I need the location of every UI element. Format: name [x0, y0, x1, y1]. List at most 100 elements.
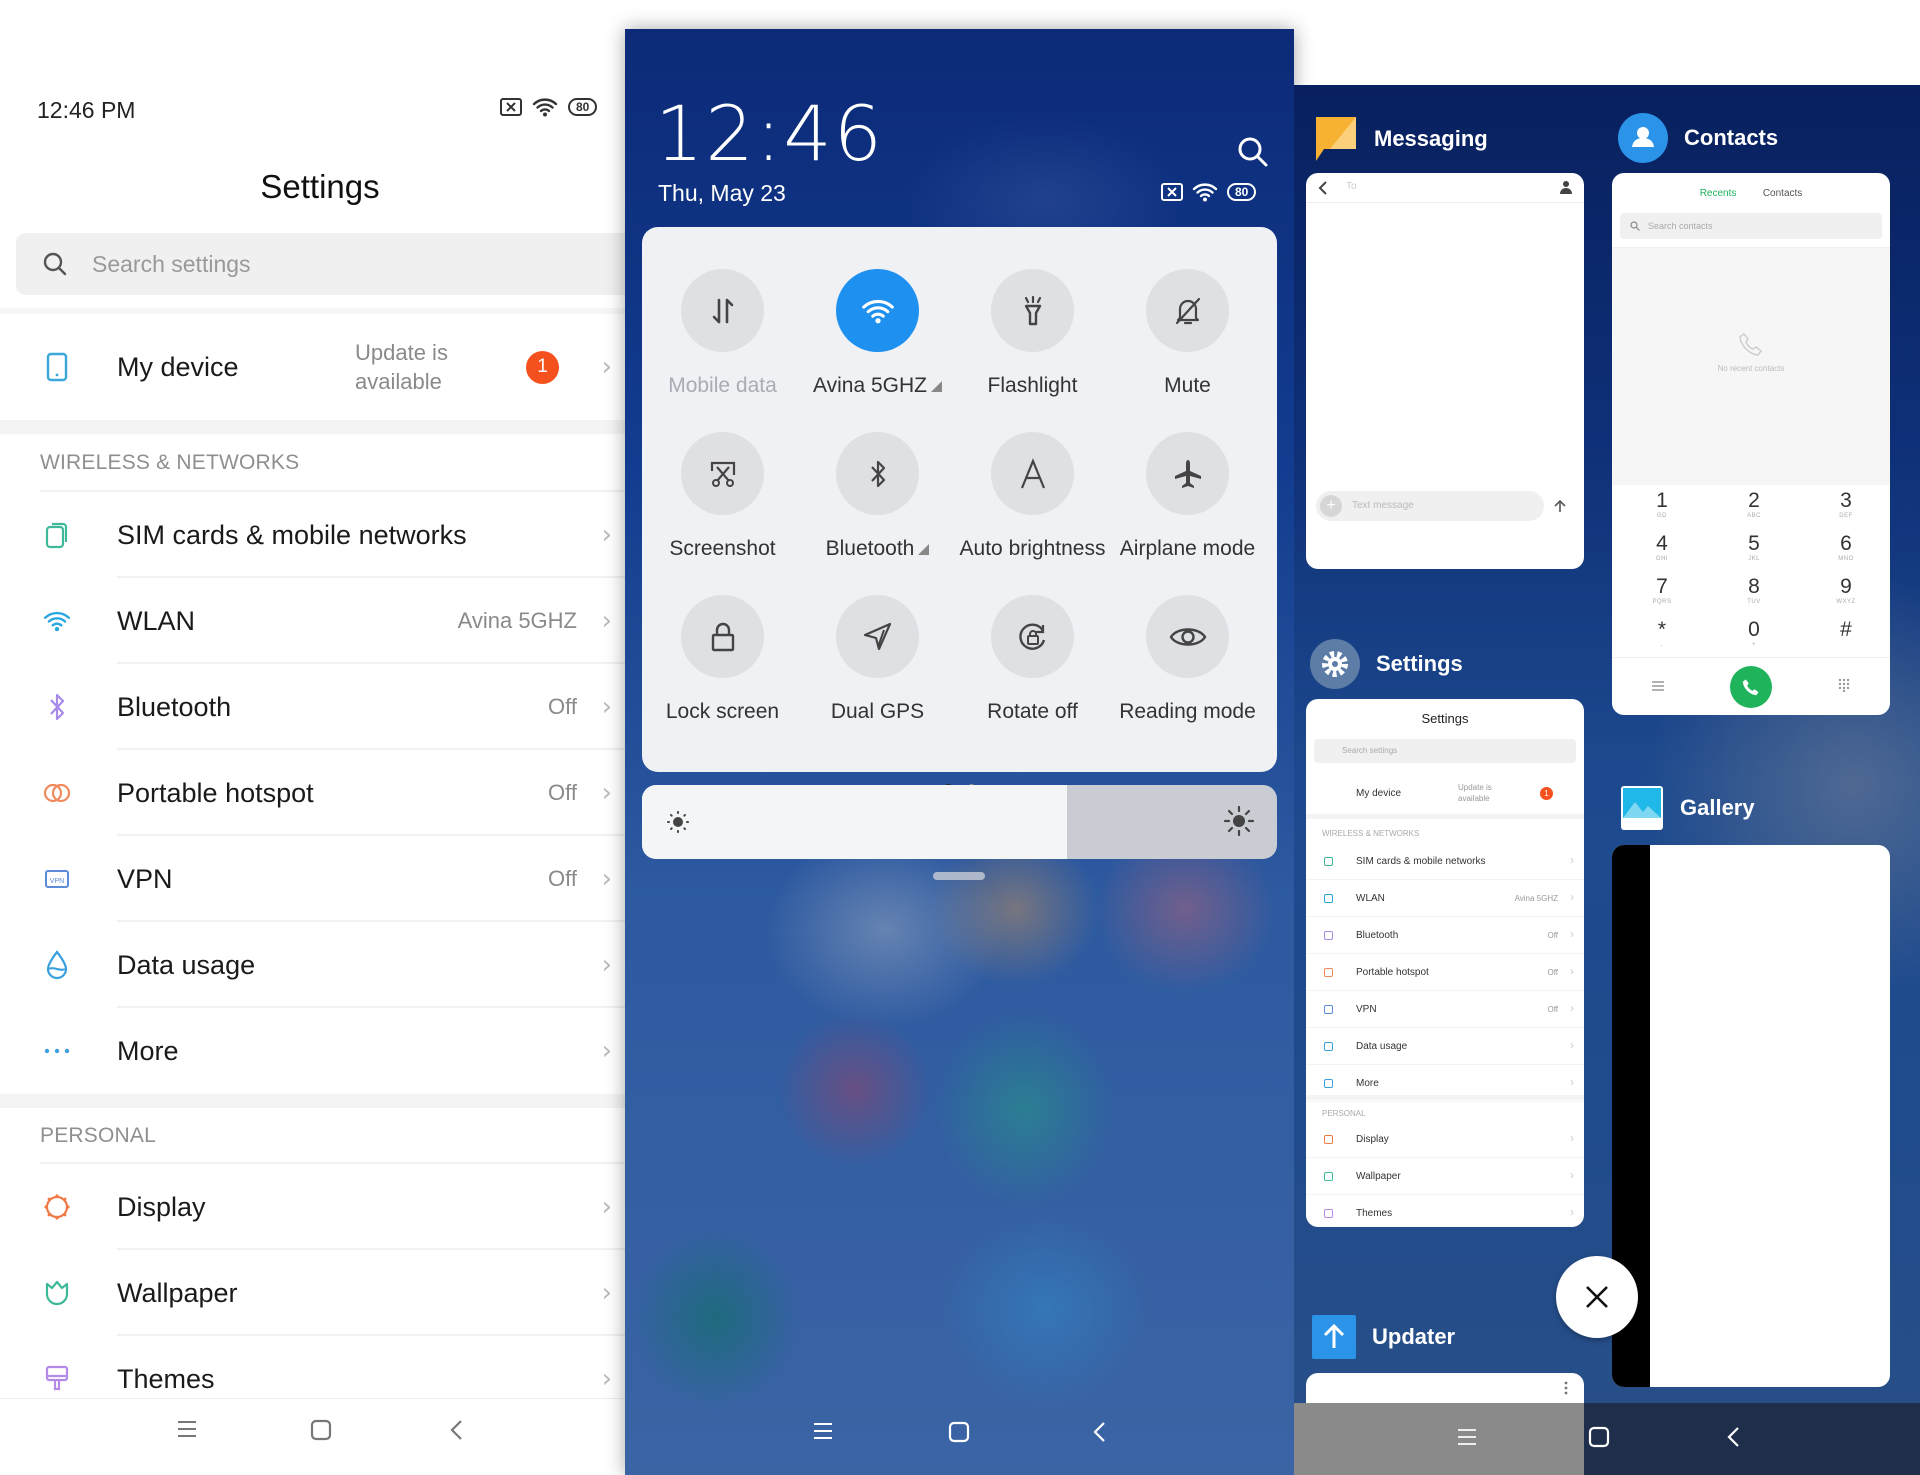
mini-settings-row: SIM cards & mobile networks › [1306, 843, 1584, 880]
settings-item-label: More [117, 1035, 179, 1066]
drag-handle[interactable] [933, 872, 985, 880]
dialpad-digit: 4 [1656, 532, 1668, 555]
more-vertical-icon [1564, 1381, 1568, 1395]
home-icon[interactable] [948, 1421, 970, 1443]
mini-row-icon [1324, 1005, 1333, 1014]
menu-icon[interactable] [812, 1421, 834, 1441]
dialpad-key: 6 MNO [1804, 532, 1888, 562]
tab-contacts: Contacts [1762, 188, 1803, 199]
contacts-icon [1618, 113, 1668, 163]
navigation-bar [0, 1398, 630, 1475]
home-icon[interactable] [1588, 1426, 1610, 1448]
settings-item-wlan[interactable]: WLAN Avina 5GHZ › [0, 578, 630, 664]
dialpad-letters: WXYZ [1836, 599, 1856, 605]
chevron-right-icon: › [1570, 1001, 1574, 1015]
toggle-rotate[interactable]: Rotate off [955, 595, 1110, 724]
toggle-circle [1146, 595, 1229, 678]
page-title: Settings [260, 168, 380, 205]
close-all-button[interactable] [1556, 1256, 1638, 1338]
search-icon [43, 252, 67, 276]
app-card-messaging[interactable]: To + Text message [1306, 173, 1584, 569]
toggle-flashlight[interactable]: Flashlight [955, 269, 1110, 398]
back-icon[interactable] [449, 1419, 463, 1441]
settings-item-bluetooth[interactable]: Bluetooth Off › [0, 664, 630, 750]
toggle-mobile-data[interactable]: Mobile data [645, 269, 800, 398]
dialpad-key: 3 DEF [1804, 489, 1888, 519]
mini-row-icon [1324, 1172, 1333, 1181]
dialpad-key: # [1804, 618, 1888, 642]
settings-item-more[interactable]: More › [0, 1008, 630, 1094]
dialpad-key: 5 JKL [1712, 532, 1796, 562]
app-header-updater: Updater [1312, 1315, 1455, 1359]
expand-indicator-icon [918, 544, 930, 555]
settings-item-hotspot[interactable]: Portable hotspot Off › [0, 750, 630, 836]
toggle-lock-screen[interactable]: Lock screen [645, 595, 800, 724]
toggle-circle [991, 269, 1074, 352]
toggle-label: Bluetooth [825, 537, 915, 560]
toggle-reading-mode[interactable]: Reading mode [1110, 595, 1265, 724]
toggle-bluetooth[interactable]: Bluetooth [800, 432, 955, 561]
toggle-label: Mobile data [668, 374, 777, 397]
more-icon [42, 1036, 72, 1066]
toggle-mute[interactable]: Mute [1110, 269, 1265, 398]
app-card-gallery[interactable] [1612, 845, 1890, 1387]
mini-settings-row: Portable hotspot Off › [1306, 954, 1584, 991]
rotate-lock-icon [1018, 623, 1045, 650]
mini-row-icon [1324, 968, 1333, 977]
hotspot-icon [42, 778, 72, 808]
bluetooth-icon [870, 460, 885, 487]
toggle-wifi[interactable]: Avina 5GHZ [800, 269, 955, 398]
search-input[interactable]: Search settings [16, 233, 630, 295]
update-status-line1: Update is [355, 340, 448, 365]
chevron-right-icon: › [601, 1278, 612, 1308]
brightness-slider[interactable] [642, 785, 1277, 859]
mini-row-value: Avina 5GHZ [1514, 894, 1558, 903]
toggle-screenshot[interactable]: Screenshot [645, 432, 800, 561]
app-card-contacts[interactable]: Recents Contacts Search contacts No rece… [1612, 173, 1890, 715]
contacts-tabs: Recents Contacts [1612, 183, 1890, 201]
gallery-icon [1621, 786, 1663, 830]
dialpad-digit: 5 [1748, 532, 1760, 555]
toggle-circle [991, 595, 1074, 678]
mini-settings-row: WLAN Avina 5GHZ › [1306, 880, 1584, 917]
settings-item-wallpaper[interactable]: Wallpaper › [0, 1250, 630, 1336]
send-icon [1554, 499, 1566, 512]
home-icon[interactable] [310, 1419, 332, 1441]
menu-icon[interactable] [176, 1419, 198, 1439]
mini-row-icon [1324, 931, 1333, 940]
search-contacts-placeholder: Search contacts [1648, 221, 1713, 231]
toggle-circle [681, 595, 764, 678]
app-name: Messaging [1374, 126, 1488, 151]
dialpad-letters: GD [1657, 513, 1667, 519]
mini-row-label: Themes [1356, 1208, 1393, 1219]
dialpad-key: 1 GD [1620, 489, 1704, 519]
dialpad-key: *, [1620, 618, 1704, 648]
back-icon[interactable] [1092, 1421, 1106, 1443]
chevron-right-icon: › [1570, 1131, 1574, 1145]
chevron-right-icon: › [601, 520, 612, 550]
mini-title: Settings [1421, 711, 1469, 726]
settings-item-data-usage[interactable]: Data usage › [0, 922, 630, 1008]
chevron-right-icon: › [601, 864, 612, 894]
settings-item-value: Off [548, 694, 577, 719]
toggle-auto-brightness[interactable]: Auto brightness [955, 432, 1110, 561]
mini-row-value: Off [1547, 968, 1558, 977]
mini-row-label: Wallpaper [1356, 1171, 1401, 1182]
menu-icon[interactable] [1456, 1427, 1478, 1447]
settings-item-value: Off [548, 780, 577, 805]
settings-item-sim-cards[interactable]: SIM cards & mobile networks › [0, 492, 630, 578]
app-card-settings[interactable]: Settings Search settings My device Updat… [1306, 699, 1584, 1227]
dialpad-key: 7 PQRS [1620, 575, 1704, 605]
back-icon[interactable] [1726, 1426, 1740, 1448]
battery-icon: 80 [1227, 183, 1257, 201]
settings-item-vpn[interactable]: VPN VPN Off › [0, 836, 630, 922]
toggle-dual-gps[interactable]: Dual GPS [800, 595, 955, 724]
settings-item-display[interactable]: Display › [0, 1164, 630, 1250]
dialpad-letters: PQRS [1652, 599, 1672, 605]
settings-item-my-device[interactable]: My device Update is available 1 › [0, 324, 630, 410]
notification-badge: 1 [526, 350, 559, 384]
chevron-right-icon: › [601, 1192, 612, 1222]
search-icon[interactable] [1237, 136, 1269, 168]
settings-item-label: Portable hotspot [117, 777, 314, 808]
toggle-airplane[interactable]: Airplane mode [1110, 432, 1265, 561]
